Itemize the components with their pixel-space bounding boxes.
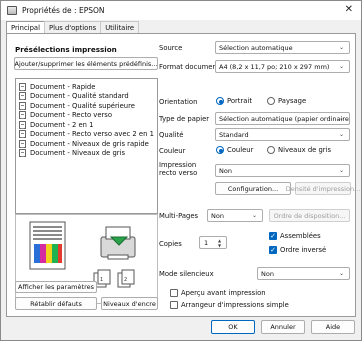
presets-list[interactable]: Document - Rapide Document - Qualité sta… <box>15 78 158 214</box>
quiet-mode-select[interactable]: Non ⌄ <box>257 267 350 280</box>
copies-label: Copies <box>159 240 182 248</box>
format-select[interactable]: A4 (8,2 x 11,7 po; 210 x 297 mm) ⌄ <box>215 60 350 73</box>
multipage-select[interactable]: Non ⌄ <box>207 209 263 222</box>
print-preview-checkbox[interactable]: Aperçu avant impression <box>170 289 266 297</box>
paper-type-select[interactable]: Sélection automatique (papier ordinaire)… <box>215 112 350 125</box>
source-label: Source <box>159 44 183 52</box>
chevron-down-icon: ⌄ <box>339 130 345 138</box>
quality-label: Qualité <box>159 131 184 139</box>
list-item[interactable]: Document - Rapide <box>19 82 157 92</box>
source-select[interactable]: Sélection automatique ⌄ <box>215 41 350 54</box>
radio-unselected-icon <box>267 97 275 105</box>
grayscale-document-icon <box>19 149 26 158</box>
checkbox-unchecked-icon <box>170 289 178 297</box>
format-label: Format document <box>159 63 220 71</box>
add-remove-presets-button[interactable]: Ajouter/supprimer les éléments prédéfini… <box>14 57 158 70</box>
checkbox-checked-icon: ✓ <box>269 246 277 254</box>
chevron-down-icon: ⌄ <box>339 43 345 51</box>
document-icon <box>19 101 26 110</box>
chevron-down-icon: ⌄ <box>339 166 345 174</box>
ok-button[interactable]: OK <box>211 320 255 334</box>
document-icon <box>19 92 26 101</box>
orientation-landscape-radio[interactable]: Paysage <box>267 97 306 105</box>
duplex-label: Impression recto verso <box>159 161 198 177</box>
presets-header: Présélections impression <box>15 45 117 54</box>
title-bar: Propriétés de : EPSON ✕ <box>1 1 361 20</box>
duplex-select[interactable]: Non ⌄ <box>215 164 350 177</box>
list-item[interactable]: Document - Qualité supérieure <box>19 101 157 111</box>
list-item[interactable]: Document - Niveaux de gris rapide <box>19 139 157 149</box>
orientation-portrait-radio[interactable]: Portrait <box>216 97 252 105</box>
svg-text:1: 1 <box>100 277 103 283</box>
cancel-button[interactable]: Annuler <box>261 320 305 334</box>
page-order-icon: 1 2 <box>93 269 135 288</box>
dialog-footer: OK Annuler Aide <box>1 319 361 340</box>
chevron-down-icon: ⌄ <box>339 114 345 122</box>
duplex-document-icon <box>19 111 26 120</box>
main-panel: Présélections impression Ajouter/supprim… <box>6 33 360 317</box>
orientation-label: Orientation <box>159 98 198 106</box>
chevron-down-icon: ⌄ <box>339 269 345 277</box>
svg-text:2: 2 <box>124 277 127 283</box>
multipage-label: Multi-Pages <box>159 212 199 220</box>
close-icon[interactable]: ✕ <box>345 4 353 15</box>
paper-type-label: Type de papier <box>159 115 210 123</box>
chevron-down-icon: ⌄ <box>252 211 258 219</box>
ink-levels-button[interactable]: Niveaux d'encre <box>101 297 158 310</box>
list-item[interactable]: Document - Recto verso avec 2 en 1 <box>19 130 157 140</box>
reset-defaults-button[interactable]: Rétablir défauts <box>15 297 97 310</box>
list-item[interactable]: Document - Niveaux de gris <box>19 149 157 159</box>
collate-checkbox[interactable]: ✓ Assemblées <box>269 232 321 240</box>
list-item[interactable]: Document - Recto verso <box>19 111 157 121</box>
radio-unselected-icon <box>267 146 275 154</box>
radio-selected-icon <box>216 146 224 154</box>
printer-icon <box>7 6 17 15</box>
duplex-two-up-document-icon <box>19 130 26 139</box>
color-grayscale-radio[interactable]: Niveaux de gris <box>267 146 331 154</box>
printer-illustration-icon <box>100 226 136 260</box>
grayscale-document-icon <box>19 139 26 148</box>
properties-dialog: Propriétés de : EPSON ✕ Principal Plus d… <box>0 0 362 341</box>
list-item[interactable]: Document - Qualité standard <box>19 92 157 102</box>
configuration-button[interactable]: Configuration... <box>215 182 291 195</box>
layout-order-button[interactable]: Ordre de disposition... <box>269 209 350 222</box>
two-up-document-icon <box>19 120 26 129</box>
quiet-mode-label: Mode silencieux <box>159 270 214 278</box>
color-label: Couleur <box>159 147 186 155</box>
document-icon <box>19 82 26 91</box>
reverse-order-checkbox[interactable]: ✓ Ordre inversé <box>269 246 326 254</box>
help-button[interactable]: Aide <box>311 320 355 334</box>
checkbox-checked-icon: ✓ <box>269 232 277 240</box>
chevron-down-icon: ⌄ <box>339 62 345 70</box>
checkbox-unchecked-icon <box>170 301 178 309</box>
window-title: Propriétés de : EPSON <box>22 6 105 15</box>
copies-stepper[interactable]: 1 ▲ ▼ <box>199 236 227 249</box>
simple-arranger-checkbox[interactable]: Arrangeur d'impressions simple <box>170 301 289 309</box>
list-item[interactable]: Document - 2 en 1 <box>19 120 157 130</box>
stepper-arrows-icon[interactable]: ▲ ▼ <box>218 238 224 248</box>
color-color-radio[interactable]: Couleur <box>216 146 253 154</box>
quality-select[interactable]: Standard ⌄ <box>215 128 350 141</box>
print-density-button[interactable]: Densité d'impression... <box>286 182 360 195</box>
show-settings-button[interactable]: Afficher les paramètres <box>15 281 97 293</box>
radio-selected-icon <box>216 97 224 105</box>
